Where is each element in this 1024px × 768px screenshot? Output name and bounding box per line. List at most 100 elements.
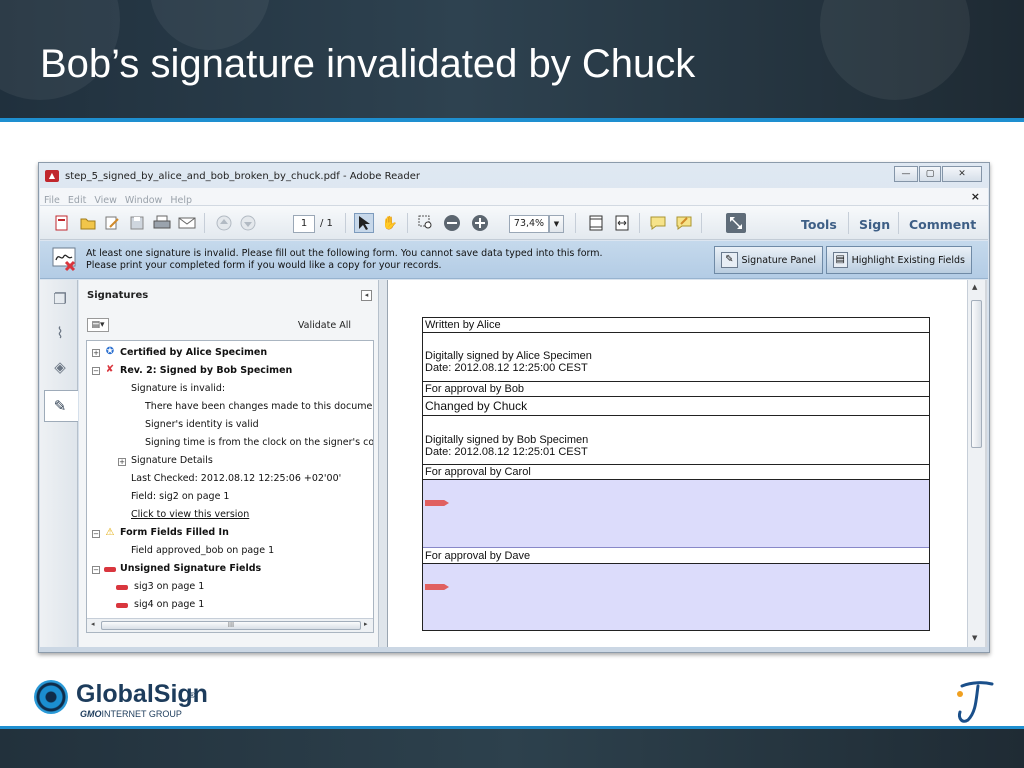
menu-help[interactable]: Help bbox=[166, 192, 196, 206]
tools-button[interactable]: Tools bbox=[801, 217, 837, 232]
edit-icon[interactable] bbox=[102, 213, 122, 233]
tree-signing-time[interactable]: Signing time is from the clock on the si… bbox=[145, 437, 373, 448]
form-row-approval-carol: For approval by Carol bbox=[423, 465, 929, 480]
tree-field-approved-bob[interactable]: Field approved_bob on page 1 bbox=[131, 545, 274, 556]
sig3-field[interactable] bbox=[423, 480, 929, 548]
signature-form: Written by Alice Digitally signed by Ali… bbox=[422, 317, 930, 631]
view-version-link[interactable]: Click to view this version bbox=[131, 509, 249, 520]
layers-icon[interactable]: ◈ bbox=[49, 356, 71, 378]
close-button[interactable]: ✕ bbox=[942, 166, 982, 182]
toolbar-separator bbox=[204, 213, 205, 233]
approval-carol-text: For approval by Carol bbox=[425, 466, 531, 478]
header-bokeh bbox=[820, 0, 970, 100]
vertical-scrollbar[interactable]: ▲ ▼ bbox=[967, 280, 985, 647]
tree-sig3[interactable]: sig3 on page 1 bbox=[134, 581, 204, 592]
form-row-approval-bob: For approval by Bob bbox=[423, 382, 929, 397]
horizontal-scrollbar[interactable]: ◂ III ▸ bbox=[87, 618, 373, 632]
comment-button[interactable]: Comment bbox=[909, 217, 976, 232]
open-icon[interactable] bbox=[78, 213, 98, 233]
tree-signature-details[interactable]: Signature Details bbox=[131, 455, 213, 466]
zoom-out-icon[interactable] bbox=[442, 213, 462, 233]
zoom-level-input[interactable]: 73,4% bbox=[509, 215, 549, 233]
signatures-icon: ✎ bbox=[721, 252, 738, 268]
collapse-toggle[interactable]: − bbox=[92, 367, 100, 375]
fit-page-icon[interactable] bbox=[586, 213, 606, 233]
pen-icon bbox=[104, 567, 116, 572]
document-area: Written by Alice Digitally signed by Ali… bbox=[387, 280, 987, 647]
window-titlebar[interactable]: ▲ step_5_signed_by_alice_and_bob_broken_… bbox=[39, 163, 989, 188]
bob-signature-field[interactable]: Digitally signed by Bob Specimen Date: 2… bbox=[423, 416, 929, 465]
expand-toggle[interactable]: + bbox=[118, 458, 126, 466]
scroll-thumb[interactable]: III bbox=[101, 621, 361, 630]
tree-field-sig2[interactable]: Field: sig2 on page 1 bbox=[131, 491, 229, 502]
menu-file[interactable]: File bbox=[40, 192, 64, 206]
expand-toggle[interactable]: + bbox=[92, 349, 100, 357]
navigation-rail: ❐ ⌇ ◈ ✎ bbox=[40, 280, 78, 647]
tree-form-fields[interactable]: Form Fields Filled In bbox=[120, 527, 229, 538]
toolbar-separator bbox=[898, 212, 899, 234]
approved-bob-field[interactable]: Changed by Chuck bbox=[423, 397, 929, 416]
marquee-zoom-icon[interactable] bbox=[416, 213, 436, 233]
close-document-button[interactable]: × bbox=[971, 190, 980, 203]
hand-icon[interactable]: ✋ bbox=[380, 213, 400, 233]
sig4-field[interactable] bbox=[423, 564, 929, 630]
alice-signature-field[interactable]: Digitally signed by Alice Specimen Date:… bbox=[423, 333, 929, 382]
next-page-icon[interactable] bbox=[238, 213, 258, 233]
slide-title: Bob’s signature invalidated by Chuck bbox=[40, 42, 696, 86]
scroll-down-icon[interactable]: ▼ bbox=[972, 634, 977, 642]
tree-identity-valid[interactable]: Signer's identity is valid bbox=[145, 419, 259, 430]
collapse-panel-button[interactable]: ◂ bbox=[361, 290, 372, 301]
tree-changes-made[interactable]: There have been changes made to this doc… bbox=[145, 401, 373, 412]
slide-footer-bar bbox=[0, 726, 1024, 768]
comment-icon[interactable] bbox=[648, 213, 668, 233]
email-icon[interactable] bbox=[177, 213, 197, 233]
pages-icon[interactable]: ❐ bbox=[49, 288, 71, 310]
prev-page-icon[interactable] bbox=[214, 213, 234, 233]
tree-rev2-bob[interactable]: Rev. 2: Signed by Bob Specimen bbox=[120, 365, 292, 376]
scroll-left-icon[interactable]: ◂ bbox=[91, 620, 95, 628]
maximize-button[interactable]: ▢ bbox=[919, 166, 941, 182]
reader-window: ▲ step_5_signed_by_alice_and_bob_broken_… bbox=[38, 162, 990, 653]
tree-unsigned-fields[interactable]: Unsigned Signature Fields bbox=[120, 563, 261, 574]
tree-sig4[interactable]: sig4 on page 1 bbox=[134, 599, 204, 610]
gmo-group-label: GMOINTERNET GROUP bbox=[80, 709, 182, 719]
signatures-tab[interactable]: ✎ bbox=[44, 390, 78, 422]
signatures-tree: + ✪ Certified by Alice Specimen − ✘ Rev.… bbox=[86, 340, 374, 633]
collapse-toggle[interactable]: − bbox=[92, 566, 100, 574]
fullscreen-icon[interactable] bbox=[726, 213, 746, 233]
vertical-scroll-thumb[interactable] bbox=[971, 300, 982, 448]
options-menu-button[interactable]: ▤▾ bbox=[87, 318, 109, 332]
page-number-input[interactable]: 1 bbox=[293, 215, 315, 233]
minimize-button[interactable]: — bbox=[894, 166, 918, 182]
highlight-icon[interactable] bbox=[674, 213, 694, 233]
menu-bar: File Edit View Window Help × bbox=[40, 188, 988, 206]
toolbar-separator bbox=[848, 212, 849, 234]
highlight-fields-button[interactable]: ▤ Highlight Existing Fields bbox=[826, 246, 972, 274]
fit-width-icon[interactable] bbox=[612, 213, 632, 233]
zoom-dropdown-button[interactable]: ▼ bbox=[549, 215, 564, 233]
select-icon[interactable] bbox=[354, 213, 374, 233]
panel-splitter[interactable] bbox=[379, 280, 387, 647]
signatures-icon: ✎ bbox=[53, 397, 67, 415]
pdf-icon: ▲ bbox=[45, 170, 59, 182]
tree-certified-alice[interactable]: Certified by Alice Specimen bbox=[120, 347, 267, 358]
menu-view[interactable]: View bbox=[90, 192, 121, 206]
menu-window[interactable]: Window bbox=[121, 192, 166, 206]
print-icon[interactable] bbox=[152, 213, 172, 233]
toolbar: 1 / 1 ✋ 73,4% ▼ Tools Sign Comment bbox=[40, 206, 988, 240]
save-icon[interactable] bbox=[127, 213, 147, 233]
create-icon[interactable] bbox=[52, 213, 72, 233]
scroll-right-icon[interactable]: ▸ bbox=[364, 620, 368, 628]
tree-last-checked[interactable]: Last Checked: 2012.08.12 12:25:06 +02'00… bbox=[131, 473, 341, 484]
tree-signature-invalid[interactable]: Signature is invalid: bbox=[131, 383, 225, 394]
validate-all-button[interactable]: Validate All bbox=[298, 320, 351, 331]
collapse-toggle[interactable]: − bbox=[92, 530, 100, 538]
menu-edit[interactable]: Edit bbox=[64, 192, 90, 206]
sign-button[interactable]: Sign bbox=[859, 217, 890, 232]
form-row-written-by: Written by Alice bbox=[423, 318, 929, 333]
signature-panel-button[interactable]: ✎ Signature Panel bbox=[714, 246, 823, 274]
scroll-up-icon[interactable]: ▲ bbox=[972, 283, 977, 291]
sign-here-flag-icon bbox=[425, 500, 449, 506]
zoom-in-icon[interactable] bbox=[470, 213, 490, 233]
attachments-icon[interactable]: ⌇ bbox=[49, 322, 71, 344]
